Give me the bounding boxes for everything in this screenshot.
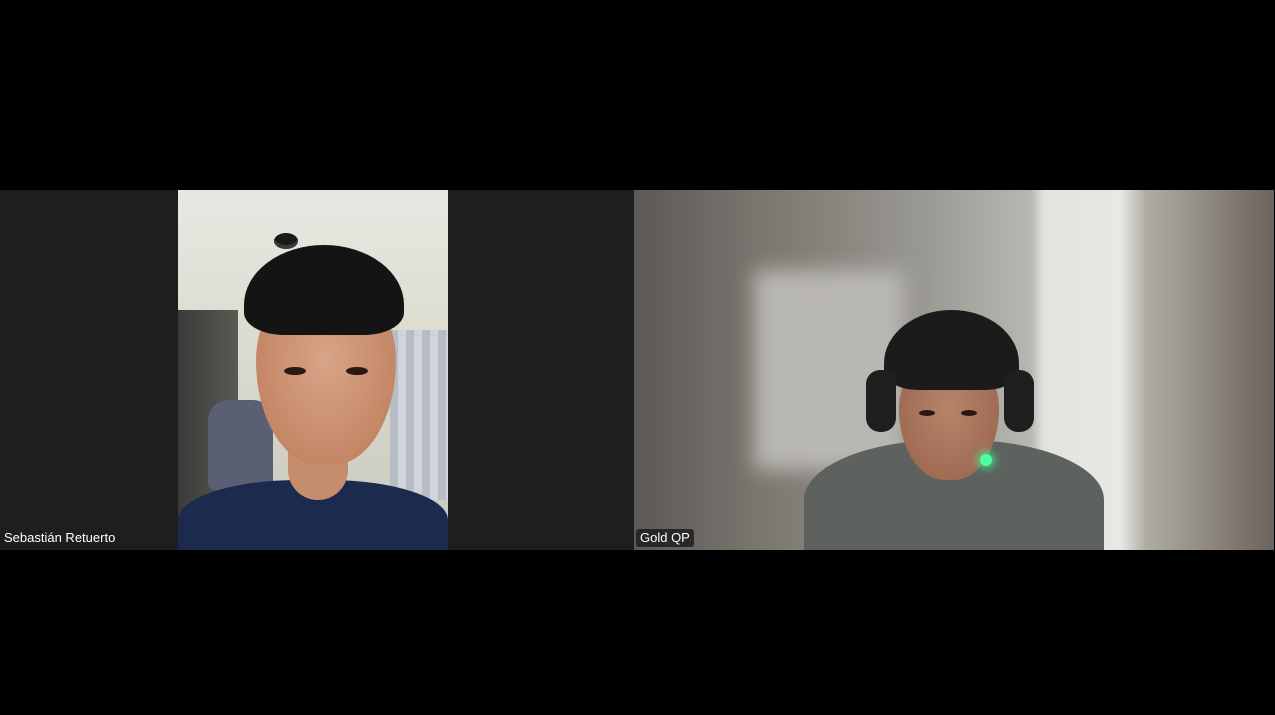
participant-tile-gold-qp[interactable]: Gold QP <box>634 190 1274 550</box>
eye <box>961 410 977 416</box>
headset-icon <box>866 370 896 432</box>
eye <box>919 410 935 416</box>
participant-video-gold-qp <box>634 190 1274 550</box>
headset-icon <box>1004 370 1034 432</box>
participant-hair <box>244 245 404 335</box>
participant-name-label: Gold QP <box>636 529 694 547</box>
participant-tile-sebastian[interactable]: Sebastián Retuerto <box>0 190 634 550</box>
headset-led-indicator <box>980 454 992 466</box>
eye <box>284 367 306 375</box>
participant-name-label: Sebastián Retuerto <box>0 529 120 547</box>
background-person <box>208 400 273 490</box>
ceiling-light <box>274 233 298 249</box>
participant-hair <box>884 310 1019 390</box>
participant-video-sebastian <box>178 190 448 550</box>
curtain <box>390 330 448 500</box>
eye <box>346 367 368 375</box>
meeting-gallery-view: Sebastián Retuerto Gold QP <box>0 0 1275 715</box>
